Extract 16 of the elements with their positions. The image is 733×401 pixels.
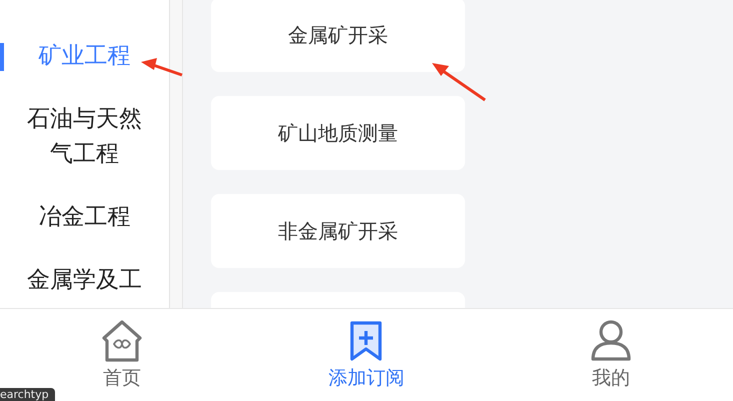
sidebar-item[interactable]: 金属学及工: [27, 263, 142, 298]
status-tooltip: earchtyp: [0, 388, 55, 401]
sidebar-item[interactable]: 石油与天然气工程: [18, 102, 151, 172]
sidebar-item[interactable]: 冶金工程: [38, 200, 130, 235]
person-icon: [590, 319, 632, 363]
tab-label[interactable]: 首页: [103, 365, 142, 391]
annotation-arrow: [432, 63, 486, 102]
category-card[interactable]: 金属矿开采: [211, 0, 465, 72]
category-card[interactable]: 矿山地质测量: [211, 96, 465, 170]
tab-label[interactable]: 添加订阅: [328, 365, 404, 391]
home-icon: [101, 319, 144, 363]
bookmark-plus-icon: [349, 320, 384, 362]
category-card[interactable]: 非金属矿开采: [211, 194, 465, 268]
tab-label[interactable]: 我的: [592, 365, 630, 391]
sidebar-item[interactable]: 矿业工程: [38, 39, 130, 74]
annotation-arrow: [141, 58, 182, 76]
